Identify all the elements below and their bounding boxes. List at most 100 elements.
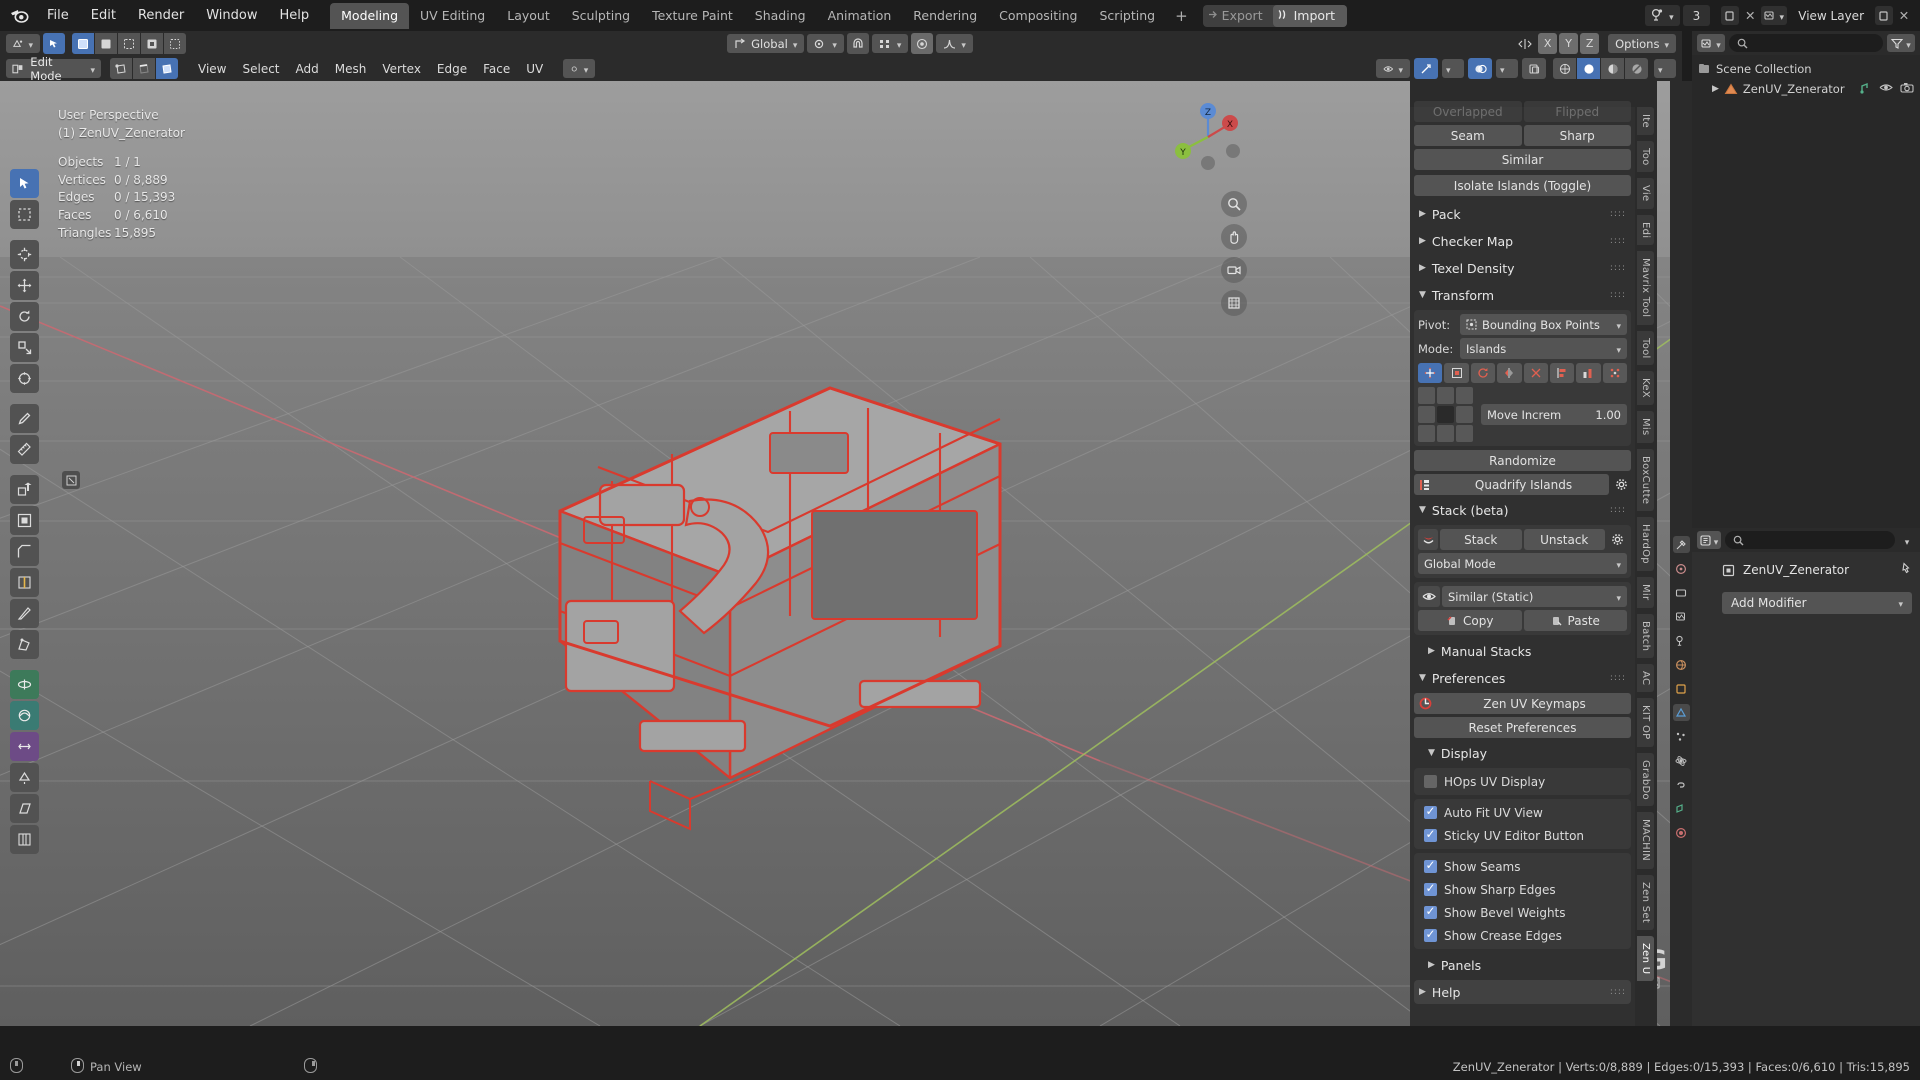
- properties-tab-constraints[interactable]: [1673, 776, 1690, 793]
- stack-icon[interactable]: [1418, 529, 1438, 550]
- view-layer-icon[interactable]: [1761, 6, 1788, 25]
- menu-help[interactable]: Help: [269, 5, 321, 26]
- editor-type-selector[interactable]: [6, 34, 40, 53]
- copy-button[interactable]: Copy: [1418, 610, 1522, 631]
- scene-selector[interactable]: [1645, 5, 1680, 26]
- checkbox-show-sharp-edges[interactable]: Show Sharp Edges: [1418, 878, 1627, 901]
- menu-uv[interactable]: UV: [518, 60, 551, 78]
- tab-sculpting[interactable]: Sculpting: [561, 3, 641, 29]
- show-overlays-icon[interactable]: [1468, 58, 1492, 79]
- outliner-editor-type-icon[interactable]: [1697, 34, 1725, 52]
- show-gizmo-icon[interactable]: [1414, 58, 1438, 79]
- properties-tab-scene[interactable]: [1673, 632, 1690, 649]
- tweak-tool[interactable]: [10, 169, 39, 198]
- bevel-tool[interactable]: [10, 537, 39, 566]
- menu-edge[interactable]: Edge: [429, 60, 475, 78]
- export-button[interactable]: Export: [1203, 8, 1273, 23]
- npanel-tab-boxcutter[interactable]: BoxCutte: [1637, 448, 1654, 512]
- select-box-tool[interactable]: [10, 200, 39, 229]
- camera-view-icon[interactable]: [1221, 257, 1247, 283]
- outliner-item-scene-collection[interactable]: Scene Collection: [1698, 59, 1914, 79]
- pad-top[interactable]: [1437, 387, 1454, 404]
- npanel-tab-machin3[interactable]: MACHIN: [1637, 812, 1654, 869]
- checkbox-hops-uv-display[interactable]: HOps UV Display: [1418, 770, 1627, 793]
- tab-shading[interactable]: Shading: [744, 3, 817, 29]
- npanel-tab-hardops[interactable]: HardOp: [1637, 517, 1654, 572]
- outliner-editor[interactable]: Scene Collection ▶ ZenUV_Zenerator: [1692, 31, 1920, 528]
- properties-tab-data[interactable]: [1673, 800, 1690, 817]
- npanel-tab-view[interactable]: Vie: [1637, 178, 1654, 209]
- mesh-data-icon[interactable]: [1859, 82, 1872, 97]
- stack-button[interactable]: Stack: [1440, 529, 1522, 550]
- select-similar-button[interactable]: Similar: [1414, 149, 1631, 170]
- select-new-icon[interactable]: [72, 33, 94, 54]
- add-modifier-button[interactable]: Add Modifier: [1722, 592, 1912, 614]
- properties-tab-material[interactable]: [1673, 824, 1690, 841]
- properties-tab-physics[interactable]: [1673, 752, 1690, 769]
- outliner-item-zenuv-zenerator[interactable]: ▶ ZenUV_Zenerator: [1698, 79, 1914, 99]
- vertex-select-icon[interactable]: [110, 58, 132, 79]
- snap-magnet-icon[interactable]: [846, 33, 869, 54]
- properties-tab-view-layer[interactable]: [1673, 608, 1690, 625]
- randomize-button[interactable]: Randomize: [1414, 450, 1631, 471]
- section-pack[interactable]: ▶ Pack ::::: [1414, 202, 1631, 226]
- mode-dropdown[interactable]: Islands: [1460, 338, 1627, 359]
- pad-bottom-left[interactable]: [1418, 425, 1435, 442]
- remove-view-layer-icon[interactable]: ✕: [1896, 6, 1912, 25]
- properties-tab-object[interactable]: [1673, 680, 1690, 697]
- spin-tool[interactable]: [10, 670, 39, 699]
- properties-search-input[interactable]: [1725, 531, 1895, 549]
- reset-preferences-button[interactable]: Reset Preferences: [1414, 717, 1631, 738]
- quadrify-settings-gear-icon[interactable]: [1611, 474, 1631, 495]
- scene-number[interactable]: 3: [1682, 5, 1711, 26]
- outliner-filter-icon[interactable]: [1887, 34, 1915, 52]
- view-layer-name[interactable]: View Layer: [1790, 9, 1872, 23]
- npanel-tab-zenuv[interactable]: Zen U: [1637, 935, 1654, 981]
- direction-pad[interactable]: [1418, 387, 1473, 442]
- rip-region-tool[interactable]: [10, 825, 39, 854]
- add-workspace-button[interactable]: +: [1166, 7, 1197, 25]
- pad-right[interactable]: [1456, 406, 1473, 423]
- rotate-islands-icon[interactable]: [1470, 363, 1496, 383]
- select-extend-icon[interactable]: [95, 33, 117, 54]
- smooth-tool[interactable]: [10, 701, 39, 730]
- poly-build-tool[interactable]: [10, 630, 39, 659]
- zenuv-side-panel[interactable]: Overlapped Flipped Seam Sharp Similar Is…: [1410, 81, 1635, 1026]
- edge-slide-tool[interactable]: [10, 732, 39, 761]
- menu-render[interactable]: Render: [127, 5, 195, 26]
- xray-toggle-icon[interactable]: [1522, 58, 1546, 79]
- pad-bottom-right[interactable]: [1456, 425, 1473, 442]
- mirror-y-button[interactable]: Y: [1559, 33, 1579, 54]
- section-stack-header[interactable]: ▼ Stack (beta) ::::: [1414, 498, 1631, 522]
- isolate-islands-button[interactable]: Isolate Islands (Toggle): [1414, 175, 1631, 196]
- tab-uv-editing[interactable]: UV Editing: [409, 3, 496, 29]
- npanel-tab-kitops[interactable]: KIT OP: [1637, 698, 1654, 747]
- mirror-x-button[interactable]: X: [1538, 33, 1558, 54]
- transform-tool[interactable]: [10, 364, 39, 393]
- snap-to-selector[interactable]: [871, 34, 909, 53]
- import-button[interactable]: Import: [1272, 4, 1348, 27]
- scatter-islands-icon[interactable]: [1602, 363, 1627, 383]
- gizmo-options-chevron-icon[interactable]: [1442, 59, 1464, 78]
- pivot-dropdown[interactable]: Bounding Box Points: [1460, 314, 1627, 335]
- overlay-options-chevron-icon[interactable]: [1496, 59, 1518, 78]
- section-transform-header[interactable]: ▼ Transform ::::: [1414, 283, 1631, 307]
- proportional-editing-icon[interactable]: [911, 33, 934, 54]
- unstack-button[interactable]: Unstack: [1523, 529, 1605, 550]
- inset-faces-tool[interactable]: [10, 506, 39, 535]
- menu-face[interactable]: Face: [475, 60, 518, 78]
- select-box-header-icon[interactable]: [43, 33, 65, 54]
- npanel-tab-kex[interactable]: KeX: [1637, 371, 1654, 406]
- properties-options-chevron-icon[interactable]: [1899, 531, 1915, 549]
- mirror-z-button[interactable]: Z: [1580, 33, 1600, 54]
- properties-tab-output[interactable]: [1673, 584, 1690, 601]
- menu-file[interactable]: File: [36, 5, 80, 26]
- tab-rendering[interactable]: Rendering: [902, 3, 988, 29]
- loop-cut-tool[interactable]: [10, 568, 39, 597]
- select-sharp-button[interactable]: Sharp: [1523, 125, 1631, 146]
- distribute-islands-icon[interactable]: [1576, 363, 1601, 383]
- menu-edit[interactable]: Edit: [80, 5, 127, 26]
- select-intersect-icon[interactable]: [164, 33, 186, 54]
- section-preferences-header[interactable]: ▼ Preferences ::::: [1414, 666, 1631, 690]
- menu-add[interactable]: Add: [288, 60, 327, 78]
